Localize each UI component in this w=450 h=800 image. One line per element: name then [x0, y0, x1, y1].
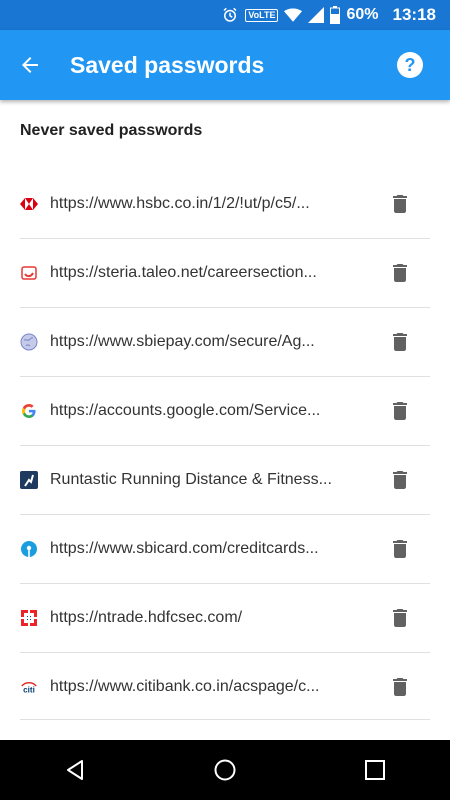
google-favicon-icon — [20, 402, 38, 420]
runtastic-favicon-icon — [20, 471, 38, 489]
app-bar: Saved passwords ? — [0, 30, 450, 100]
list-item-label: https://www.sbiepay.com/secure/Ag... — [50, 333, 315, 350]
list-item-label: https://accounts.google.com/Service... — [50, 402, 321, 419]
delete-icon[interactable] — [388, 537, 412, 561]
delete-icon[interactable] — [388, 468, 412, 492]
status-bar: VoLTE 60% 13:18 — [0, 0, 450, 30]
list-item[interactable]: https://accounts.google.com/Service... — [0, 377, 450, 445]
signal-icon — [308, 7, 325, 23]
delete-icon[interactable] — [388, 606, 412, 630]
alarm-icon — [221, 6, 239, 24]
list-item[interactable]: https://ntrade.hdfcsec.com/ — [0, 584, 450, 652]
back-arrow-icon[interactable] — [18, 53, 42, 77]
list-item[interactable]: https://steria.taleo.net/careersection..… — [0, 239, 450, 307]
svg-text:citi: citi — [23, 685, 35, 694]
delete-icon[interactable] — [388, 399, 412, 423]
nav-recents-icon[interactable] — [345, 750, 405, 790]
wifi-icon — [284, 7, 303, 23]
svg-text:?: ? — [405, 55, 416, 75]
battery-icon — [330, 6, 341, 24]
list-item[interactable]: citi https://www.citibank.co.in/acspage/… — [0, 653, 450, 721]
steria-favicon-icon — [20, 264, 38, 282]
list-item-label: https://steria.taleo.net/careersection..… — [50, 264, 317, 281]
nav-back-icon[interactable] — [45, 750, 105, 790]
list-item[interactable]: https://www.sbicard.com/creditcards... — [0, 515, 450, 583]
system-nav-bar — [0, 740, 450, 800]
volte-badge: VoLTE — [245, 8, 279, 22]
delete-icon[interactable] — [388, 330, 412, 354]
delete-icon[interactable] — [388, 675, 412, 699]
help-icon[interactable]: ? — [396, 51, 424, 79]
sbi-favicon-icon — [20, 540, 38, 558]
list-item-label: Runtastic Running Distance & Fitness... — [50, 471, 332, 488]
delete-icon[interactable] — [388, 192, 412, 216]
page-title: Saved passwords — [70, 51, 265, 78]
nav-home-icon[interactable] — [195, 750, 255, 790]
list-item-label: https://www.sbicard.com/creditcards... — [50, 540, 319, 557]
delete-icon[interactable] — [388, 261, 412, 285]
hsbc-favicon-icon — [20, 195, 38, 213]
citi-favicon-icon: citi — [20, 678, 38, 696]
section-title: Never saved passwords — [20, 122, 203, 139]
list-item[interactable]: Runtastic Running Distance & Fitness... — [0, 446, 450, 514]
list-item[interactable]: https://www.sbiepay.com/secure/Ag... — [0, 308, 450, 376]
list-item[interactable]: https://www.hsbc.co.in/1/2/!ut/p/c5/... — [0, 170, 450, 238]
clock: 13:18 — [392, 5, 436, 24]
globe-favicon-icon — [20, 333, 38, 351]
list-item-label: https://ntrade.hdfcsec.com/ — [50, 609, 243, 626]
battery-percent: 60% — [346, 6, 379, 23]
list-item-label: https://www.hsbc.co.in/1/2/!ut/p/c5/... — [50, 195, 310, 212]
list-item-label: https://www.citibank.co.in/acspage/c... — [50, 678, 320, 695]
hdfc-favicon-icon — [20, 609, 38, 627]
